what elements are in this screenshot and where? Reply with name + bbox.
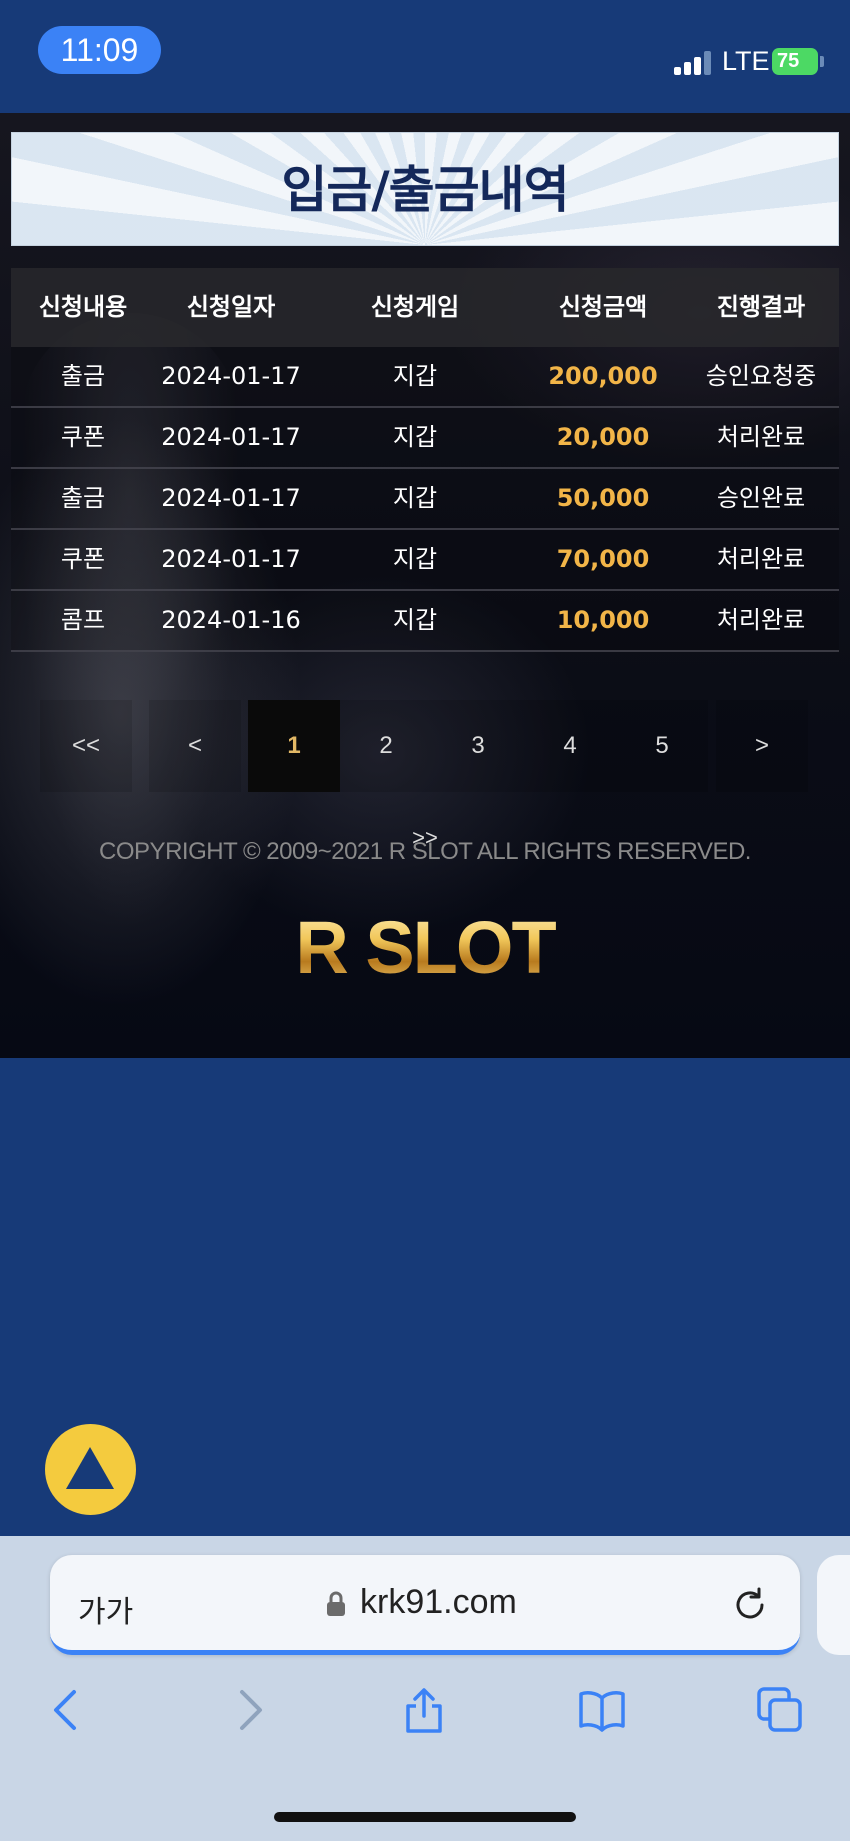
url-text: krk91.com [360, 1583, 517, 1621]
cell-amount: 10,000 [556, 606, 650, 634]
next-tab-preview[interactable] [817, 1555, 850, 1655]
scroll-top-button[interactable] [45, 1424, 136, 1515]
cell-date: 2024-01-16 [161, 606, 301, 634]
home-indicator [274, 1812, 576, 1822]
main-panel: 입금/출금내역 신청내용 신청일자 신청게임 신청금액 진행결과 출금 2024… [0, 113, 850, 1058]
cell-date: 2024-01-17 [161, 545, 301, 573]
cell-type: 콤프 [60, 606, 106, 634]
page-button-4[interactable]: 4 [524, 700, 616, 792]
lock-icon [327, 1591, 345, 1616]
site-logo: R SLOT [284, 903, 566, 993]
forward-icon[interactable] [226, 1686, 274, 1734]
table-row: 콤프 2024-01-16 지갑 10,000 처리완료 [11, 591, 839, 652]
table-row: 쿠폰 2024-01-17 지갑 20,000 처리완료 [11, 408, 839, 469]
page-button-2[interactable]: 2 [340, 700, 432, 792]
text-size-button[interactable]: 가가 [78, 1587, 133, 1631]
cell-type: 출금 [60, 484, 106, 512]
header-amount: 신청금액 [558, 293, 648, 321]
page-button-3[interactable]: 3 [432, 700, 524, 792]
cell-date: 2024-01-17 [161, 362, 301, 390]
battery-tip [820, 56, 824, 67]
cellular-signal-icon [674, 51, 712, 75]
pagination: << < 1 2 3 4 5 > [0, 700, 850, 792]
page-button-1[interactable]: 1 [248, 700, 340, 792]
cell-amount: 70,000 [556, 545, 650, 573]
cell-game: 지갑 [392, 484, 438, 512]
back-icon[interactable] [42, 1686, 90, 1734]
battery-icon: 75 [772, 48, 818, 75]
table-row: 출금 2024-01-17 지갑 200,000 승인요청중 [11, 347, 839, 408]
reload-icon[interactable] [730, 1585, 770, 1625]
cell-amount: 20,000 [556, 423, 650, 451]
cell-status: 처리완료 [716, 545, 806, 573]
cell-type: 출금 [60, 362, 106, 390]
page-next-button[interactable]: > [716, 700, 808, 792]
header-game: 신청게임 [370, 293, 460, 321]
browser-toolbar: 가가 krk91.com [0, 1536, 850, 1841]
page-title: 입금/출금내역 [281, 161, 569, 219]
transaction-table: 신청내용 신청일자 신청게임 신청금액 진행결과 출금 2024-01-17 지… [11, 268, 839, 652]
table-row: 출금 2024-01-17 지갑 50,000 승인완료 [11, 469, 839, 530]
tabs-icon[interactable] [756, 1686, 804, 1734]
status-bar: 11:09 LTE 75 [0, 0, 850, 113]
cell-status: 처리완료 [716, 423, 806, 451]
cell-game: 지갑 [392, 606, 438, 634]
cell-type: 쿠폰 [60, 423, 106, 451]
header-status: 진행결과 [716, 293, 806, 321]
cell-amount: 50,000 [556, 484, 650, 512]
cell-game: 지갑 [392, 362, 438, 390]
cell-status: 처리완료 [716, 606, 806, 634]
cell-date: 2024-01-17 [161, 484, 301, 512]
address-bar[interactable]: 가가 krk91.com [50, 1555, 800, 1655]
table-row: 쿠폰 2024-01-17 지갑 70,000 처리완료 [11, 530, 839, 591]
title-banner: 입금/출금내역 [11, 132, 839, 246]
cell-amount: 200,000 [548, 362, 658, 390]
network-type: LTE [722, 46, 770, 76]
page-first-button[interactable]: << [40, 700, 132, 792]
cell-status: 승인완료 [716, 484, 806, 512]
cell-game: 지갑 [392, 545, 438, 573]
page-last-button[interactable]: >> [400, 825, 450, 851]
cell-date: 2024-01-17 [161, 423, 301, 451]
cell-game: 지갑 [392, 423, 438, 451]
status-time: 11:09 [38, 26, 161, 74]
arrow-up-icon [66, 1447, 114, 1489]
bookmarks-icon[interactable] [578, 1686, 626, 1734]
table-header: 신청내용 신청일자 신청게임 신청금액 진행결과 [11, 268, 839, 347]
header-date: 신청일자 [186, 293, 276, 321]
page-prev-button[interactable]: < [149, 700, 241, 792]
cell-status: 승인요청중 [705, 362, 817, 390]
header-type: 신청내용 [38, 293, 128, 321]
share-icon[interactable] [400, 1686, 448, 1734]
page-button-5[interactable]: 5 [616, 700, 708, 792]
cell-type: 쿠폰 [60, 545, 106, 573]
